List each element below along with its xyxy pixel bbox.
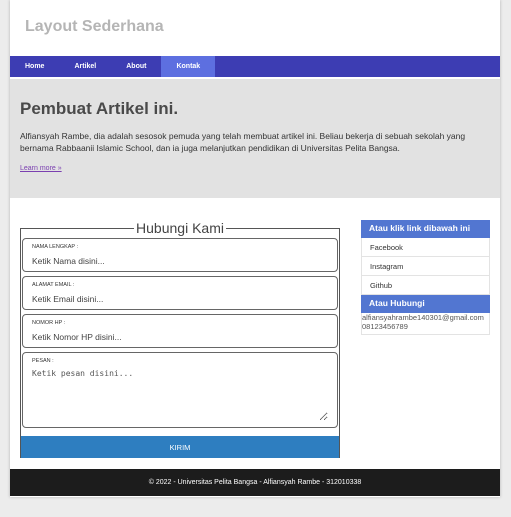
phone-input[interactable] [32, 331, 322, 343]
site-title: Layout Sederhana [25, 18, 164, 35]
github-link[interactable]: Github [361, 276, 490, 295]
contact-info: alfiansyahrambe140301@gmail.com 08123456… [361, 313, 490, 335]
message-label: PESAN : [32, 358, 54, 364]
nav-bar: Home Artikel About Kontak [10, 56, 500, 77]
contact-heading: Atau Hubungi [361, 295, 490, 313]
sidebar: Atau klik link dibawah ini Facebook Inst… [361, 220, 490, 335]
nav-item-artikel[interactable]: Artikel [59, 56, 111, 77]
links-heading: Atau klik link dibawah ini [361, 220, 490, 238]
page-container: Layout Sederhana Home Artikel About Kont… [10, 0, 500, 497]
message-field-group: PESAN : [22, 352, 338, 428]
contact-phone: 08123456789 [362, 322, 408, 331]
hero-text: Alfiansyah Rambe, dia adalah sesosok pem… [20, 131, 466, 153]
form-legend: Hubungi Kami [134, 220, 226, 236]
email-input[interactable] [32, 293, 322, 305]
email-label: ALAMAT EMAIL : [32, 282, 75, 288]
contact-form: Hubungi Kami NAMA LENGKAP : ALAMAT EMAIL… [20, 220, 340, 458]
phone-field-group: NOMOR HP : [22, 314, 338, 348]
contact-email: alfiansyahrambe140301@gmail.com [362, 313, 484, 322]
header: Layout Sederhana [10, 0, 500, 56]
instagram-link[interactable]: Instagram [361, 257, 490, 276]
nav-item-about[interactable]: About [111, 56, 161, 77]
nav-item-home[interactable]: Home [10, 56, 59, 77]
hero-title: Pembuat Artikel ini. [20, 99, 179, 118]
name-field-group: NAMA LENGKAP : [22, 238, 338, 272]
email-field-group: ALAMAT EMAIL : [22, 276, 338, 310]
name-input[interactable] [32, 255, 322, 267]
footer: © 2022 - Universitas Pelita Bangsa - Alf… [10, 469, 500, 496]
submit-button[interactable]: KIRIM [21, 436, 339, 458]
facebook-link[interactable]: Facebook [361, 238, 490, 257]
learn-more-link[interactable]: Learn more » [20, 165, 62, 172]
message-textarea[interactable] [32, 369, 328, 421]
phone-label: NOMOR HP : [32, 320, 66, 326]
nav-item-kontak[interactable]: Kontak [161, 56, 216, 77]
hero-section: Pembuat Artikel ini. Alfiansyah Rambe, d… [10, 79, 500, 198]
name-label: NAMA LENGKAP : [32, 244, 79, 250]
